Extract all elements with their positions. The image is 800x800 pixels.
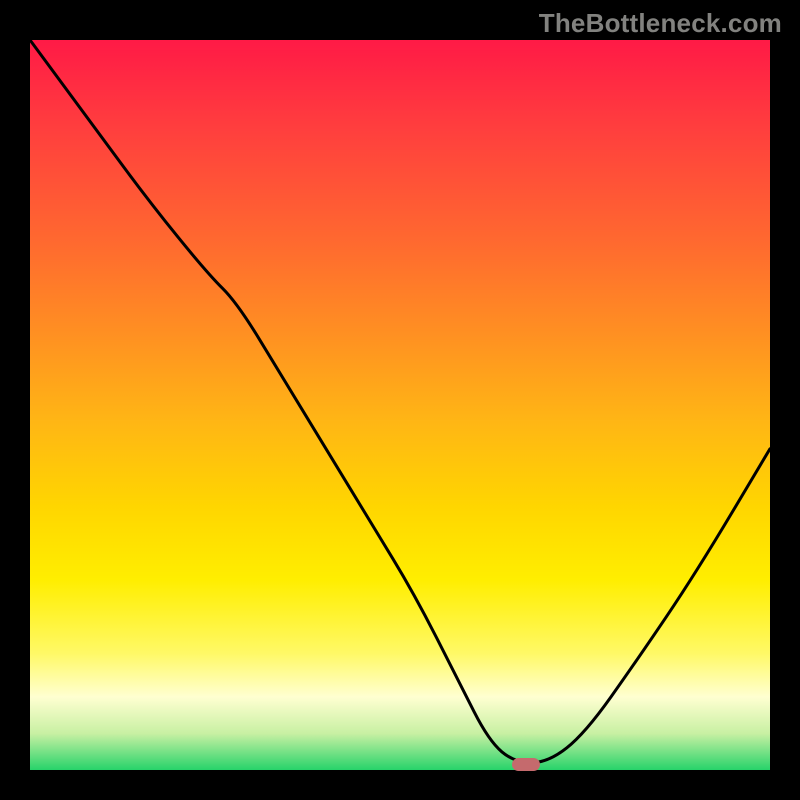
- plot-area: [30, 40, 770, 770]
- watermark-text: TheBottleneck.com: [539, 8, 782, 39]
- optimum-marker: [512, 758, 540, 771]
- curve-path: [30, 40, 770, 763]
- bottleneck-curve: [30, 40, 770, 770]
- chart-frame: TheBottleneck.com: [0, 0, 800, 800]
